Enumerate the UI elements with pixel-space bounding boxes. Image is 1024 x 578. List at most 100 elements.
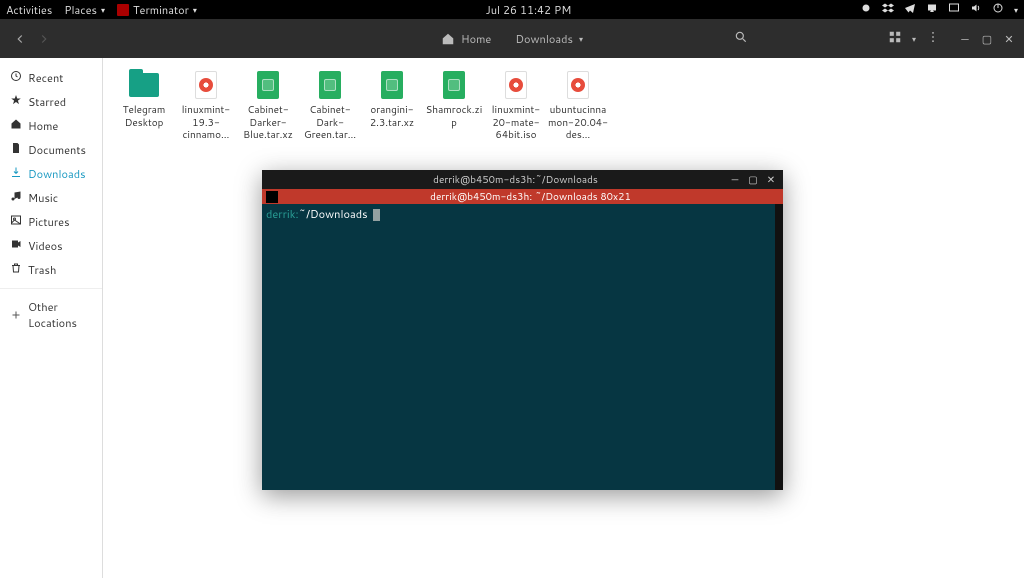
archive-icon (319, 71, 341, 99)
window-minimize-button[interactable]: — (958, 31, 972, 47)
sidebar-item-label: Pictures (28, 214, 70, 230)
places-label: Places (64, 2, 97, 18)
terminal-prompt-path: ~/Downloads (299, 206, 368, 222)
terminal-close-button[interactable]: ✕ (765, 173, 777, 187)
sidebar-item-videos[interactable]: Videos (0, 234, 102, 258)
terminal-scrollbar[interactable] (775, 204, 783, 490)
sidebar-item-recent[interactable]: Recent (0, 66, 102, 90)
download-icon (10, 166, 22, 182)
file-label: Cabinet-Darker-Blue.tar.xz (239, 104, 297, 142)
home-icon (441, 32, 455, 46)
hamburger-menu[interactable] (926, 30, 940, 48)
terminal-tab-title[interactable]: derrik@b450m-ds3h: ~/Downloads 80x21 (278, 190, 783, 204)
terminator-app-icon (117, 4, 129, 16)
activities-button[interactable]: Activities (6, 2, 52, 18)
file-item[interactable]: ubuntucinnamon-20.04-des… (547, 70, 609, 142)
archive-icon (381, 71, 403, 99)
file-item[interactable]: linuxmint-19.3-cinnamo… (175, 70, 237, 142)
back-button[interactable] (8, 27, 32, 51)
picture-icon (10, 214, 22, 230)
terminator-window: derrik@b450m-ds3h:~/Downloads — ▢ ✕ derr… (262, 170, 783, 490)
disc-image-icon (505, 71, 527, 99)
terminal-cursor (373, 209, 380, 221)
chevron-down-icon: ▾ (101, 4, 105, 16)
app-menu-terminator[interactable]: Terminator ▾ (117, 2, 197, 18)
clock[interactable]: Jul 26 11:42 PM (197, 2, 860, 18)
telegram-tray-icon[interactable] (904, 2, 916, 18)
sidebar-item-label: Other Locations (28, 299, 92, 331)
sidebar-item-label: Recent (28, 70, 63, 86)
places-sidebar: Recent Starred Home Documents Downloads Music… (0, 58, 103, 578)
breadcrumb-downloads[interactable]: Downloads ▾ (507, 27, 591, 51)
sidebar-item-documents[interactable]: Documents (0, 138, 102, 162)
file-label: Shamrock.zip (423, 104, 485, 129)
chevron-down-icon: ▾ (579, 33, 583, 45)
chevron-down-icon: ▾ (1014, 4, 1018, 16)
doc-icon (10, 142, 22, 158)
gnome-top-panel: Activities Places ▾ Terminator ▾ Jul 26 … (0, 0, 1024, 19)
terminal-tab-icon (266, 191, 278, 203)
sidebar-item-label: Videos (28, 238, 63, 254)
disc-image-icon (567, 71, 589, 99)
sidebar-item-starred[interactable]: Starred (0, 90, 102, 114)
file-label: ubuntucinnamon-20.04-des… (547, 104, 609, 142)
terminal-maximize-button[interactable]: ▢ (747, 173, 759, 187)
files-header-bar: Home Downloads ▾ ▾ — ▢ ✕ (0, 19, 1024, 58)
file-item[interactable]: Telegram Desktop (113, 70, 175, 142)
file-label: Telegram Desktop (115, 104, 173, 129)
breadcrumb-label: Downloads (515, 31, 573, 47)
file-item[interactable]: Cabinet-Dark-Green.tar… (299, 70, 361, 142)
window-maximize-button[interactable]: ▢ (980, 31, 994, 47)
breadcrumb-home[interactable]: Home (433, 27, 499, 51)
view-toggle-button[interactable] (888, 30, 902, 48)
window-close-button[interactable]: ✕ (1002, 31, 1016, 47)
file-label: orangini-2.3.tar.xz (363, 104, 421, 129)
home-icon (10, 118, 22, 134)
folder-icon (129, 73, 159, 97)
power-icon[interactable] (992, 2, 1004, 18)
volume-icon[interactable] (970, 2, 982, 18)
discord-tray-icon[interactable] (926, 2, 938, 18)
sidebar-item-label: Starred (28, 94, 66, 110)
archive-icon (257, 71, 279, 99)
sidebar-item-label: Music (28, 190, 58, 206)
terminal-minimize-button[interactable]: — (729, 173, 741, 187)
sidebar-item-label: Trash (28, 262, 56, 278)
disc-image-icon (195, 71, 217, 99)
file-label: linuxmint-20-mate-64bit.iso (487, 104, 545, 142)
trash-icon (10, 262, 22, 278)
clock-icon (10, 70, 22, 86)
sidebar-item-pictures[interactable]: Pictures (0, 210, 102, 234)
path-bar: Home Downloads ▾ (433, 27, 591, 51)
dropbox-icon[interactable] (882, 2, 894, 18)
terminal-titlebar[interactable]: derrik@b450m-ds3h:~/Downloads — ▢ ✕ (262, 170, 783, 189)
forward-button[interactable] (32, 27, 56, 51)
breadcrumb-label: Home (461, 31, 491, 47)
view-options-caret[interactable]: ▾ (912, 33, 916, 45)
sidebar-item-label: Documents (28, 142, 86, 158)
sidebar-other-locations[interactable]: Other Locations (0, 295, 102, 335)
places-menu[interactable]: Places ▾ (64, 2, 105, 18)
terminal-tab-bar: derrik@b450m-ds3h: ~/Downloads 80x21 (262, 189, 783, 204)
file-label: Cabinet-Dark-Green.tar… (301, 104, 359, 142)
file-item[interactable]: Shamrock.zip (423, 70, 485, 142)
terminal-body[interactable]: derrik:~/Downloads (262, 204, 783, 490)
sidebar-item-label: Home (28, 118, 58, 134)
screen-icon[interactable] (948, 2, 960, 18)
sidebar-item-trash[interactable]: Trash (0, 258, 102, 282)
plus-icon (10, 309, 22, 321)
file-item[interactable]: Cabinet-Darker-Blue.tar.xz (237, 70, 299, 142)
sidebar-item-home[interactable]: Home (0, 114, 102, 138)
tray-icon-1[interactable] (860, 2, 872, 18)
file-label: linuxmint-19.3-cinnamo… (177, 104, 235, 142)
terminal-title: derrik@b450m-ds3h:~/Downloads (302, 173, 729, 187)
star-icon (10, 94, 22, 110)
file-item[interactable]: linuxmint-20-mate-64bit.iso (485, 70, 547, 142)
search-button[interactable] (734, 30, 748, 48)
app-menu-label: Terminator (133, 2, 189, 18)
music-icon (10, 190, 22, 206)
file-item[interactable]: orangini-2.3.tar.xz (361, 70, 423, 142)
sidebar-item-downloads[interactable]: Downloads (0, 162, 102, 186)
sidebar-item-music[interactable]: Music (0, 186, 102, 210)
video-icon (10, 238, 22, 254)
